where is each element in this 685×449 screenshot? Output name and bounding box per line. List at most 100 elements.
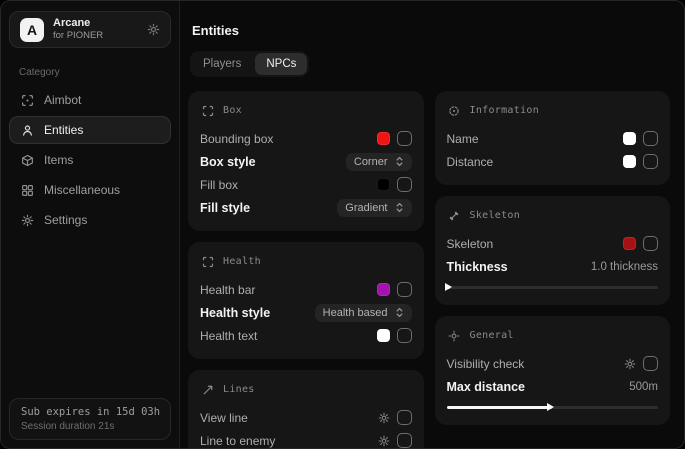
row-thickness: Thickness 1.0 thickness <box>447 255 659 278</box>
entities-person-icon <box>20 123 34 137</box>
sidebar-nav: Aimbot Entities Items <box>1 86 179 234</box>
diagonal-line-icon <box>201 383 214 396</box>
sidebar: A Arcane for PIONER Category <box>1 1 180 448</box>
health-card: Health Health bar Health style Health ba… <box>188 242 424 359</box>
cube-icon <box>20 153 34 167</box>
corner-brackets-icon <box>201 255 214 268</box>
row-label: Line to enemy <box>200 434 275 448</box>
tab-npcs[interactable]: NPCs <box>255 53 307 75</box>
row-bounding-box: Bounding box <box>200 127 412 150</box>
checkbox[interactable] <box>397 177 412 192</box>
checkbox[interactable] <box>643 154 658 169</box>
color-swatch[interactable] <box>377 283 390 296</box>
color-swatch[interactable] <box>623 155 636 168</box>
main-content: Entities Players NPCs Box <box>180 1 684 448</box>
checkbox[interactable] <box>643 236 658 251</box>
row-health-text: Health text <box>200 324 412 347</box>
row-label: Max distance <box>447 380 526 394</box>
row-view-line: View line <box>200 406 412 429</box>
checkbox[interactable] <box>397 282 412 297</box>
card-title: Skeleton <box>470 210 521 221</box>
row-label: Visibility check <box>447 357 525 371</box>
dropdown-value: Gradient <box>345 202 387 214</box>
left-column: Box Bounding box Box style Corner <box>188 91 424 449</box>
lines-card: Lines View line <box>188 370 424 449</box>
health-style-dropdown[interactable]: Health based <box>315 304 412 322</box>
general-card: General Visibility check <box>435 316 671 425</box>
skeleton-card: Skeleton Skeleton Thickness 1.0 thicknes… <box>435 196 671 305</box>
skeleton-card-header: Skeleton <box>448 209 659 222</box>
card-title: Box <box>223 105 242 116</box>
color-swatch[interactable] <box>377 132 390 145</box>
box-style-dropdown[interactable]: Corner <box>346 153 412 171</box>
app-logo: A <box>20 18 44 42</box>
gear-icon <box>20 213 34 227</box>
row-label: View line <box>200 411 248 425</box>
slider-track[interactable] <box>447 286 659 289</box>
corner-brackets-icon <box>201 104 214 117</box>
gear-icon[interactable] <box>624 358 636 370</box>
box-card: Box Bounding box Box style Corner <box>188 91 424 231</box>
color-swatch[interactable] <box>377 178 390 191</box>
fill-style-dropdown[interactable]: Gradient <box>337 199 411 217</box>
checkbox[interactable] <box>643 131 658 146</box>
row-max-distance: Max distance 500m <box>447 375 659 398</box>
gear-icon[interactable] <box>378 435 390 447</box>
selector-icon <box>395 156 404 167</box>
max-distance-slider[interactable] <box>447 401 659 413</box>
crosshair-scan-icon <box>20 93 34 107</box>
slider-track[interactable] <box>447 406 659 409</box>
checkbox[interactable] <box>397 131 412 146</box>
session-duration-text: Session duration 21s <box>21 421 159 432</box>
right-column: Information Name Distance <box>435 91 671 449</box>
grid-icon <box>20 183 34 197</box>
selector-icon <box>395 202 404 213</box>
color-swatch[interactable] <box>377 329 390 342</box>
info-scan-icon <box>448 104 461 117</box>
row-visibility-check: Visibility check <box>447 352 659 375</box>
gear-icon[interactable] <box>147 23 160 36</box>
row-health-style: Health style Health based <box>200 301 412 324</box>
sidebar-item-entities[interactable]: Entities <box>9 116 171 144</box>
sidebar-item-label: Miscellaneous <box>44 183 120 197</box>
gear-icon[interactable] <box>378 412 390 424</box>
information-card-header: Information <box>448 104 659 117</box>
bone-icon <box>448 209 461 222</box>
brand-card: A Arcane for PIONER <box>9 11 171 48</box>
sidebar-item-label: Settings <box>44 213 87 227</box>
color-swatch[interactable] <box>623 237 636 250</box>
row-label: Bounding box <box>200 132 273 146</box>
row-line-to-enemy: Line to enemy <box>200 429 412 449</box>
checkbox[interactable] <box>643 356 658 371</box>
checkbox[interactable] <box>397 328 412 343</box>
checkbox[interactable] <box>397 433 412 448</box>
subscription-card: Sub expires in 15d 03h Session duration … <box>9 398 171 440</box>
tab-players[interactable]: Players <box>192 53 252 75</box>
row-label: Health bar <box>200 283 255 297</box>
box-card-header: Box <box>201 104 412 117</box>
app-window: A Arcane for PIONER Category <box>0 0 685 449</box>
thickness-slider[interactable] <box>447 281 659 293</box>
sun-target-icon <box>448 329 461 342</box>
slider-handle[interactable] <box>445 283 452 291</box>
row-health-bar: Health bar <box>200 278 412 301</box>
dropdown-value: Health based <box>323 307 388 319</box>
color-swatch[interactable] <box>623 132 636 145</box>
slider-handle[interactable] <box>547 403 554 411</box>
tab-bar: Players NPCs <box>190 51 309 77</box>
row-fill-box: Fill box <box>200 173 412 196</box>
card-title: General <box>470 330 514 341</box>
sidebar-item-miscellaneous[interactable]: Miscellaneous <box>9 176 171 204</box>
lines-card-header: Lines <box>201 383 412 396</box>
row-box-style: Box style Corner <box>200 150 412 173</box>
slider-fill <box>447 406 553 409</box>
row-skeleton: Skeleton <box>447 232 659 255</box>
sidebar-item-items[interactable]: Items <box>9 146 171 174</box>
row-label: Name <box>447 132 479 146</box>
checkbox[interactable] <box>397 410 412 425</box>
sidebar-item-aimbot[interactable]: Aimbot <box>9 86 171 114</box>
sub-expires-text: Sub expires in 15d 03h <box>21 406 159 418</box>
sidebar-item-settings[interactable]: Settings <box>9 206 171 234</box>
sidebar-item-label: Aimbot <box>44 93 81 107</box>
row-label: Fill style <box>200 201 250 215</box>
